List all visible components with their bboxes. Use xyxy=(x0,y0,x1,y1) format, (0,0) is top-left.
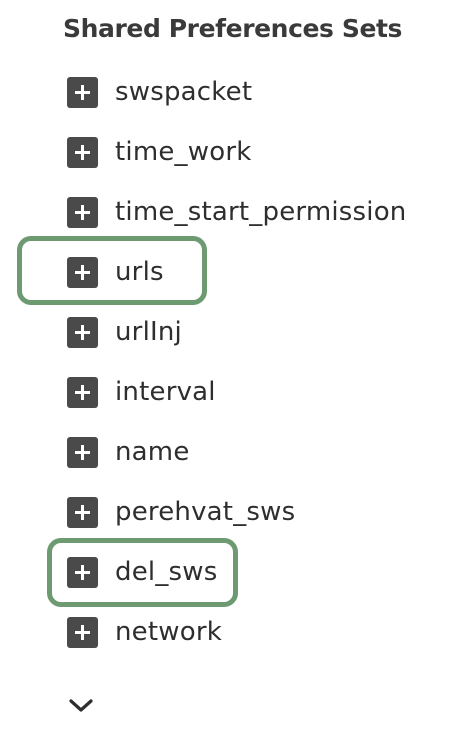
plus-icon[interactable] xyxy=(67,256,98,288)
plus-icon[interactable] xyxy=(67,496,98,528)
list-item-urlinj[interactable]: urlInj xyxy=(67,316,182,348)
plus-icon[interactable] xyxy=(67,616,98,648)
shared-preferences-panel: Shared Preferences Sets swspacket time_w… xyxy=(0,0,473,742)
plus-icon[interactable] xyxy=(67,76,98,108)
list-item-perehvat-sws[interactable]: perehvat_sws xyxy=(67,496,296,528)
list-item-time-work[interactable]: time_work xyxy=(67,136,252,168)
list-item-label: time_start_permission xyxy=(115,197,407,227)
plus-icon[interactable] xyxy=(67,316,98,348)
list-item-label: del_sws xyxy=(115,557,218,587)
list-item-time-start-permission[interactable]: time_start_permission xyxy=(67,196,407,228)
list-item-swspacket[interactable]: swspacket xyxy=(67,76,253,108)
panel-title: Shared Preferences Sets xyxy=(63,14,403,43)
plus-icon[interactable] xyxy=(67,436,98,468)
list-item-name[interactable]: name xyxy=(67,436,190,468)
list-item-label: time_work xyxy=(115,137,252,167)
chevron-down-icon[interactable] xyxy=(68,697,94,715)
plus-icon[interactable] xyxy=(67,136,98,168)
list-item-label: urls xyxy=(115,257,164,287)
list-item-del-sws[interactable]: del_sws xyxy=(67,556,218,588)
list-item-interval[interactable]: interval xyxy=(67,376,216,408)
list-item-label: swspacket xyxy=(115,77,253,107)
list-item-network[interactable]: network xyxy=(67,616,222,648)
list-item-urls[interactable]: urls xyxy=(67,256,164,288)
plus-icon[interactable] xyxy=(67,556,98,588)
list-item-label: name xyxy=(115,437,190,467)
list-item-label: urlInj xyxy=(115,317,182,347)
plus-icon[interactable] xyxy=(67,376,98,408)
list-item-label: perehvat_sws xyxy=(115,497,296,527)
list-item-label: network xyxy=(115,617,222,647)
list-item-label: interval xyxy=(115,377,216,407)
plus-icon[interactable] xyxy=(67,196,98,228)
